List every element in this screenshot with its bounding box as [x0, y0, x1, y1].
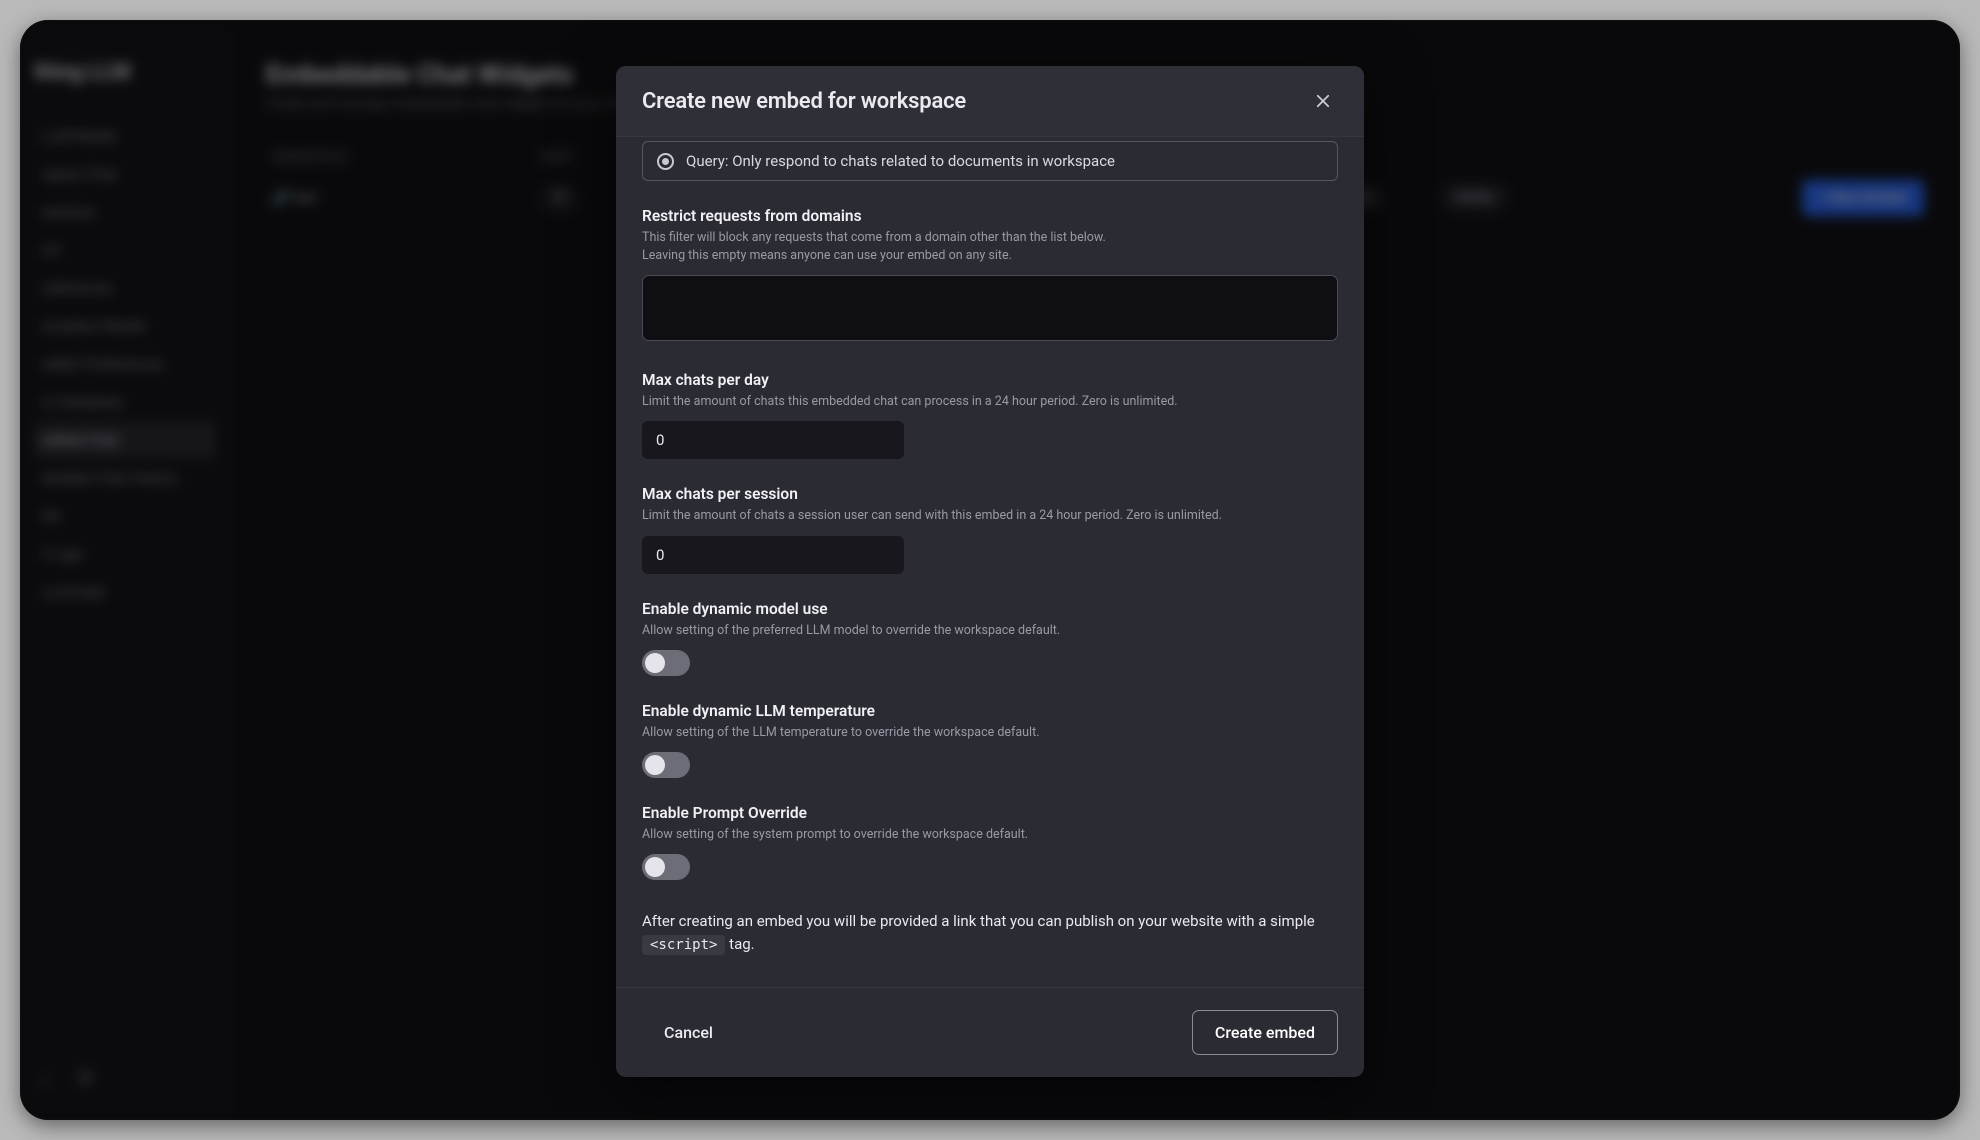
dynmodel-toggle[interactable]	[642, 650, 690, 676]
chat-mode-label: Query: Only respond to chats related to …	[686, 152, 1115, 170]
maxsession-input[interactable]	[642, 536, 904, 574]
embed-footnote: After creating an embed you will be prov…	[642, 910, 1338, 977]
close-icon	[1314, 92, 1332, 110]
field-prompt-override: Enable Prompt Override Allow setting of …	[642, 804, 1338, 880]
create-embed-modal: Create new embed for workspace Query: On…	[616, 66, 1364, 1077]
cancel-button[interactable]: Cancel	[642, 1011, 735, 1054]
dynmodel-label: Enable dynamic model use	[642, 600, 1338, 618]
dyntemp-toggle[interactable]	[642, 752, 690, 778]
promptov-help: Allow setting of the system prompt to ov…	[642, 826, 1338, 844]
dyntemp-label: Enable dynamic LLM temperature	[642, 702, 1338, 720]
close-button[interactable]	[1308, 86, 1338, 116]
modal-footer: Cancel Create embed	[616, 987, 1364, 1077]
modal-header: Create new embed for workspace	[616, 66, 1364, 137]
field-dynamic-model: Enable dynamic model use Allow setting o…	[642, 600, 1338, 676]
script-tag-code: <script>	[642, 935, 725, 955]
radio-selected-icon	[657, 153, 674, 170]
maxsession-label: Max chats per session	[642, 485, 1338, 503]
maxday-help: Limit the amount of chats this embedded …	[642, 393, 1338, 411]
dynmodel-help: Allow setting of the preferred LLM model…	[642, 622, 1338, 640]
field-restrict-domains: Restrict requests from domains This filt…	[642, 207, 1338, 345]
domains-help: This filter will block any requests that…	[642, 229, 1338, 265]
modal-title: Create new embed for workspace	[642, 89, 966, 114]
field-max-chats-day: Max chats per day Limit the amount of ch…	[642, 371, 1338, 459]
chat-mode-option-query[interactable]: Query: Only respond to chats related to …	[642, 141, 1338, 181]
create-embed-button[interactable]: Create embed	[1192, 1010, 1338, 1055]
maxday-label: Max chats per day	[642, 371, 1338, 389]
dyntemp-help: Allow setting of the LLM temperature to …	[642, 724, 1338, 742]
maxsession-help: Limit the amount of chats a session user…	[642, 507, 1338, 525]
maxday-input[interactable]	[642, 421, 904, 459]
field-dynamic-temperature: Enable dynamic LLM temperature Allow set…	[642, 702, 1338, 778]
modal-overlay: Create new embed for workspace Query: On…	[20, 20, 1960, 1120]
modal-body: Query: Only respond to chats related to …	[616, 137, 1364, 987]
domains-input[interactable]	[642, 275, 1338, 341]
toggle-knob	[645, 653, 665, 673]
promptov-label: Enable Prompt Override	[642, 804, 1338, 822]
domains-label: Restrict requests from domains	[642, 207, 1338, 225]
toggle-knob	[645, 857, 665, 877]
promptov-toggle[interactable]	[642, 854, 690, 880]
toggle-knob	[645, 755, 665, 775]
field-max-chats-session: Max chats per session Limit the amount o…	[642, 485, 1338, 573]
